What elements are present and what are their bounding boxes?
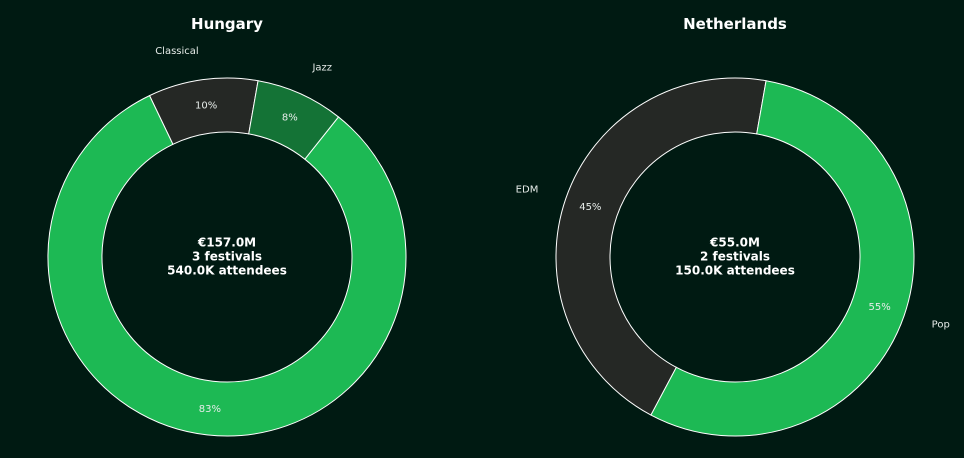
donut-chart-netherlands: EDM 45% Pop 55% Netherlands €55.0M2 festivals… — [516, 15, 950, 437]
slice-percent-edm: 45% — [579, 202, 601, 213]
slice-percent-various: 83% — [199, 404, 221, 415]
slice-percent-classical: 10% — [195, 100, 217, 111]
donut-chart-hungary: Classical10%Various83%Jazz8%Hungary€157.… — [47, 15, 407, 437]
chart-title: Hungary — [191, 15, 263, 33]
slice-label-jazz: Jazz — [311, 62, 332, 73]
donut-charts-svg: Classical10%Various83%Jazz8%Hungary€157.… — [47, 15, 950, 437]
center-summary-line: 540.0K attendees — [167, 264, 287, 278]
slice-percent-jazz: 8% — [282, 113, 298, 124]
center-summary-line: €55.0M — [709, 236, 760, 250]
slice-label-pop: Pop — [932, 320, 950, 331]
center-summary-line: 2 festivals — [700, 250, 770, 264]
slice-label-edm: EDM — [516, 184, 539, 195]
center-summary-line: 150.0K attendees — [675, 264, 795, 278]
chart-title: Netherlands — [683, 15, 787, 33]
chart-figure: Classical10%Various83%Jazz8%Hungary€157.… — [0, 0, 964, 458]
slice-percent-pop: 55% — [869, 302, 891, 313]
slice-label-classical: Classical — [155, 46, 199, 57]
center-summary-line: €157.0M — [197, 236, 256, 250]
center-summary-line: 3 festivals — [192, 250, 262, 264]
